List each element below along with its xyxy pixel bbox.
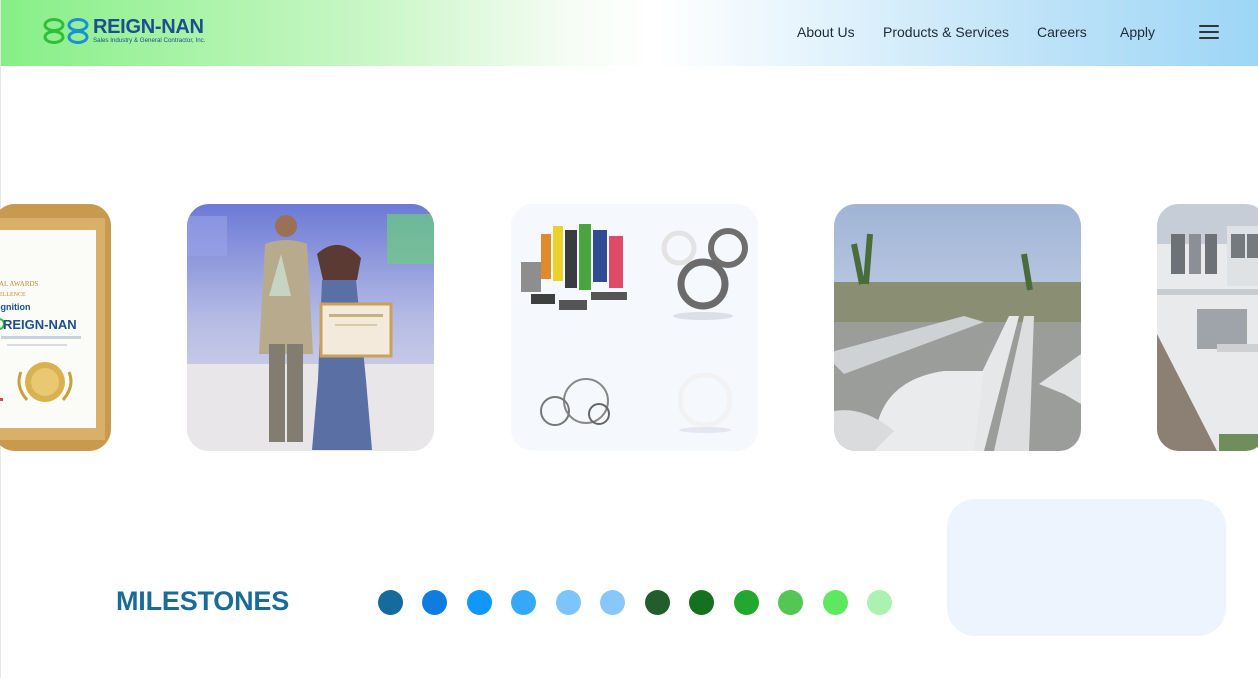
milestone-dot[interactable] <box>689 590 714 615</box>
milestones-heading: MILESTONES <box>116 586 290 616</box>
building-graphic <box>1157 204 1258 451</box>
milestone-dot[interactable] <box>556 590 581 615</box>
nav-apply[interactable]: Apply <box>1120 24 1155 40</box>
milestone-dot[interactable] <box>778 590 803 615</box>
milestone-dot[interactable] <box>823 590 848 615</box>
nav-products-services[interactable]: Products & Services <box>883 24 1009 40</box>
milestone-dot[interactable] <box>422 590 447 615</box>
award-ceremony-graphic <box>187 204 434 451</box>
milestone-dot[interactable] <box>378 590 403 615</box>
pipeline-graphic <box>834 204 1081 451</box>
site-header: REIGN-NAN Sales Industry & General Contr… <box>1 0 1258 66</box>
brand-logo[interactable]: REIGN-NAN Sales Industry & General Contr… <box>43 17 205 45</box>
award-plaque-image[interactable]: AL AWARDS ELLENCE ognition REIGN-NAN <box>0 204 111 451</box>
pipeline-image[interactable] <box>834 204 1081 451</box>
products-seals-image[interactable] <box>511 204 758 451</box>
hamburger-icon[interactable] <box>1199 25 1219 41</box>
nav-careers[interactable]: Careers <box>1037 24 1087 40</box>
milestone-dot[interactable] <box>645 590 670 615</box>
milestone-dot[interactable] <box>467 590 492 615</box>
logo-rings-icon <box>43 18 89 44</box>
svg-text:AL AWARDS: AL AWARDS <box>0 280 39 288</box>
svg-text:ELLENCE: ELLENCE <box>0 292 26 298</box>
brand-name: REIGN-NAN <box>93 16 204 38</box>
award-ceremony-image[interactable] <box>187 204 434 451</box>
award-plaque-graphic: AL AWARDS ELLENCE ognition REIGN-NAN <box>0 204 111 451</box>
milestone-dot[interactable] <box>600 590 625 615</box>
products-seals-graphic <box>511 204 758 451</box>
milestone-dot[interactable] <box>867 590 892 615</box>
milestone-dot[interactable] <box>734 590 759 615</box>
nav-about-us[interactable]: About Us <box>797 24 855 40</box>
svg-text:REIGN-NAN: REIGN-NAN <box>3 317 77 332</box>
brand-tagline: Sales Industry & General Contractor, Inc… <box>93 37 206 44</box>
milestone-detail-panel <box>947 499 1226 636</box>
svg-text:ognition: ognition <box>0 302 31 312</box>
milestone-dot[interactable] <box>511 590 536 615</box>
building-image[interactable] <box>1157 204 1258 451</box>
